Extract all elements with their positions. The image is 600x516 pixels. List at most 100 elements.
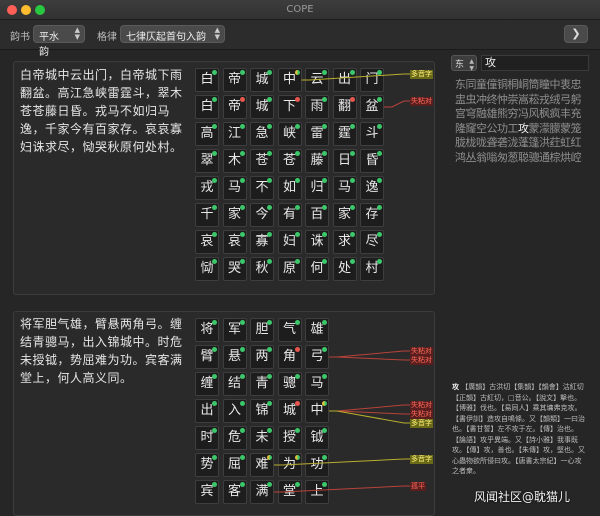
char-cell[interactable]: 锦 xyxy=(250,399,274,423)
char-cell[interactable]: 存 xyxy=(360,203,384,227)
char-cell[interactable]: 原 xyxy=(277,257,302,281)
char-cell[interactable]: 满 xyxy=(250,480,274,504)
char-cell[interactable]: 客 xyxy=(222,480,247,504)
next-button[interactable]: ❯ xyxy=(564,25,588,43)
char-search-input[interactable]: 攻 xyxy=(481,55,589,71)
char-cell[interactable]: 不 xyxy=(250,176,274,200)
char-cell[interactable]: 哭 xyxy=(222,257,247,281)
polyphone-tag[interactable]: 多音字 xyxy=(410,455,433,464)
error-tag[interactable]: 失粘对 xyxy=(410,347,433,356)
error-tag[interactable]: 失粘对 xyxy=(410,401,433,410)
char-cell[interactable]: 功 xyxy=(305,453,329,477)
char-cell[interactable]: 入 xyxy=(222,399,247,423)
char-cell[interactable]: 势 xyxy=(195,453,219,477)
char-cell[interactable]: 藤 xyxy=(305,149,329,173)
char-cell[interactable]: 气 xyxy=(277,318,302,342)
char-cell[interactable]: 堂 xyxy=(277,480,302,504)
char-cell[interactable]: 处 xyxy=(332,257,357,281)
char-cell[interactable]: 高 xyxy=(195,122,219,146)
char-cell[interactable]: 苍 xyxy=(250,149,274,173)
char-cell[interactable]: 雄 xyxy=(305,318,329,342)
char-cell[interactable]: 马 xyxy=(222,176,247,200)
char-cell[interactable]: 未 xyxy=(250,426,274,450)
char-cell[interactable]: 下 xyxy=(277,95,302,119)
error-tag[interactable]: 失粘对 xyxy=(410,97,433,106)
char-cell[interactable]: 霆 xyxy=(332,122,357,146)
char-cell[interactable]: 苍 xyxy=(277,149,302,173)
error-tag[interactable]: 失粘对 xyxy=(410,410,433,419)
char-cell[interactable]: 帝 xyxy=(222,95,247,119)
char-cell[interactable]: 马 xyxy=(305,372,329,396)
rhyme-book-select[interactable]: 平水韵 ▲ ▼ xyxy=(33,25,85,58)
char-cell[interactable]: 角 xyxy=(277,345,302,369)
char-cell[interactable]: 秋 xyxy=(250,257,274,281)
char-cell[interactable]: 中 xyxy=(277,68,302,92)
char-cell[interactable]: 白 xyxy=(195,95,219,119)
polyphone-tag[interactable]: 多音字 xyxy=(410,419,433,428)
char-cell[interactable]: 盆 xyxy=(360,95,384,119)
poem-text-1[interactable]: 白帝城中云出门，白帝城下雨翻盆。高江急峡雷霆斗，翠木苍苍藤日昏。戎马不如归马逸，… xyxy=(20,66,188,156)
char-cell[interactable]: 恸 xyxy=(195,257,219,281)
char-cell[interactable]: 难 xyxy=(250,453,274,477)
char-cell[interactable]: 马 xyxy=(332,176,357,200)
char-cell[interactable]: 悬 xyxy=(222,345,247,369)
char-cell[interactable]: 青 xyxy=(250,372,274,396)
char-cell[interactable]: 宾 xyxy=(195,480,219,504)
char-cell[interactable]: 危 xyxy=(222,426,247,450)
char-cell[interactable]: 时 xyxy=(195,426,219,450)
char-cell[interactable]: 哀 xyxy=(222,230,247,254)
char-cell[interactable]: 昏 xyxy=(360,149,384,173)
char-cell[interactable]: 家 xyxy=(332,203,357,227)
char-cell[interactable]: 今 xyxy=(250,203,274,227)
char-cell[interactable]: 翠 xyxy=(195,149,219,173)
char-cell[interactable]: 出 xyxy=(195,399,219,423)
char-cell[interactable]: 门 xyxy=(360,68,384,92)
char-cell[interactable]: 白 xyxy=(195,68,219,92)
char-cell[interactable]: 峡 xyxy=(277,122,302,146)
char-cell[interactable]: 骢 xyxy=(277,372,302,396)
char-cell[interactable]: 归 xyxy=(305,176,329,200)
error-tag[interactable]: 孤平 xyxy=(410,482,426,491)
char-cell[interactable]: 村 xyxy=(360,257,384,281)
rhyme-group-select[interactable]: 东 ▲ ▼ xyxy=(451,55,477,72)
char-cell[interactable]: 百 xyxy=(305,203,329,227)
char-cell[interactable]: 弓 xyxy=(305,345,329,369)
char-cell[interactable]: 雷 xyxy=(305,122,329,146)
poem-text-2[interactable]: 将军胆气雄，臂悬两角弓。缠结青骢马，出入锦城中。时危未授钺，势屈难为功。宾客满堂… xyxy=(20,315,188,387)
char-cell[interactable]: 江 xyxy=(222,122,247,146)
char-cell[interactable]: 臂 xyxy=(195,345,219,369)
char-cell[interactable]: 千 xyxy=(195,203,219,227)
char-cell[interactable]: 有 xyxy=(277,203,302,227)
char-cell[interactable]: 斗 xyxy=(360,122,384,146)
rhyme-char-highlight[interactable]: 攻 xyxy=(518,122,529,135)
char-cell[interactable]: 如 xyxy=(277,176,302,200)
char-cell[interactable]: 钺 xyxy=(305,426,329,450)
char-cell[interactable]: 雨 xyxy=(305,95,329,119)
char-cell[interactable]: 缠 xyxy=(195,372,219,396)
char-cell[interactable]: 出 xyxy=(332,68,357,92)
char-cell[interactable]: 城 xyxy=(277,399,302,423)
char-cell[interactable]: 上 xyxy=(305,480,329,504)
char-cell[interactable]: 戎 xyxy=(195,176,219,200)
char-cell[interactable]: 胆 xyxy=(250,318,274,342)
char-cell[interactable]: 妇 xyxy=(277,230,302,254)
char-cell[interactable]: 逸 xyxy=(360,176,384,200)
char-cell[interactable]: 城 xyxy=(250,95,274,119)
char-cell[interactable]: 何 xyxy=(305,257,329,281)
char-cell[interactable]: 军 xyxy=(222,318,247,342)
char-cell[interactable]: 诛 xyxy=(305,230,329,254)
char-cell[interactable]: 急 xyxy=(250,122,274,146)
char-cell[interactable]: 授 xyxy=(277,426,302,450)
error-tag[interactable]: 失粘对 xyxy=(410,356,433,365)
char-cell[interactable]: 家 xyxy=(222,203,247,227)
char-cell[interactable]: 云 xyxy=(305,68,329,92)
char-cell[interactable]: 日 xyxy=(332,149,357,173)
polyphone-tag[interactable]: 多音字 xyxy=(410,70,433,79)
char-cell[interactable]: 翻 xyxy=(332,95,357,119)
char-cell[interactable]: 求 xyxy=(332,230,357,254)
char-cell[interactable]: 尽 xyxy=(360,230,384,254)
char-cell[interactable]: 帝 xyxy=(222,68,247,92)
char-cell[interactable]: 两 xyxy=(250,345,274,369)
meter-select[interactable]: 七律仄起首句入韵 ▲ ▼ xyxy=(120,25,225,43)
char-cell[interactable]: 将 xyxy=(195,318,219,342)
